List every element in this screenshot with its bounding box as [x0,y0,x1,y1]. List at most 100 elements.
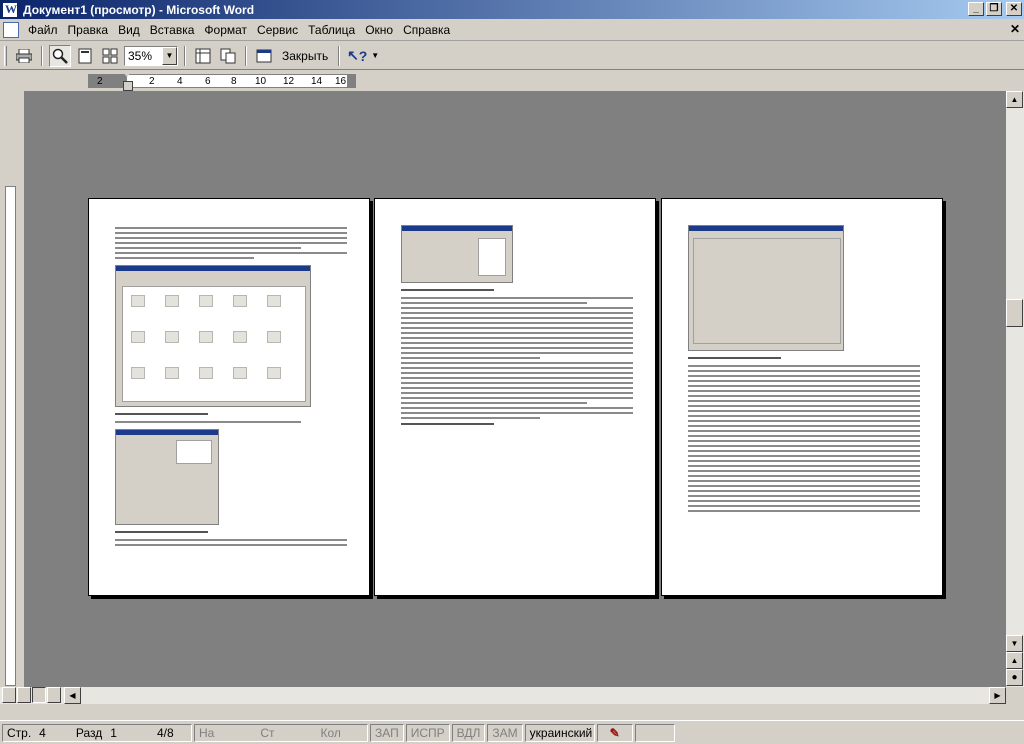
browse-object-icon[interactable]: ● [1006,669,1023,686]
status-section-number: 1 [110,725,117,740]
page-numbers-screenshot [401,225,513,283]
clip-thumb [267,295,281,307]
menu-help[interactable]: Справка [398,23,455,37]
status-language[interactable]: украинский [524,723,595,742]
scroll-up-icon[interactable]: ▲ [1006,91,1023,108]
shrink-to-fit-icon[interactable] [217,45,239,67]
scroll-right-icon[interactable]: ▶ [989,687,1006,704]
previous-page-icon[interactable]: ▲ [1006,652,1023,669]
normal-view-icon[interactable] [2,687,16,703]
figure-caption [401,289,494,291]
clip-thumb [199,295,213,307]
status-col: Кол [320,725,341,740]
zoom-value: 35% [128,48,153,63]
text-line [401,322,633,324]
status-page-label: Стр. [7,725,32,740]
status-ovr[interactable]: ЗАМ [487,723,523,742]
horizontal-scrollbar[interactable]: ◀ ▶ [0,687,1006,704]
zoom-combobox[interactable]: 35% ▼ [124,45,178,66]
menu-view[interactable]: Вид [113,23,145,37]
text-line [401,397,633,399]
chevron-down-icon[interactable]: ▼ [162,46,177,65]
text-line [401,307,633,309]
dialog-titlebar [402,226,512,231]
text-line [688,405,920,407]
toolbar-options-chevron-icon[interactable]: ▼ [371,51,379,60]
text-line [688,370,920,372]
text-line [688,470,920,472]
multiple-pages-icon[interactable] [99,45,121,67]
text-line [688,495,920,497]
scroll-down-icon[interactable]: ▼ [1006,635,1023,652]
menu-tools[interactable]: Сервис [252,23,303,37]
close-preview-button[interactable]: Закрыть [278,45,332,67]
indent-marker[interactable] [122,71,133,91]
text-line [401,297,633,299]
spelling-status-icon[interactable]: ✎ [596,723,633,742]
text-line [401,417,541,419]
menu-window[interactable]: Окно [360,23,398,37]
status-position[interactable]: Стр. 4 Разд 1 4/8 [2,723,192,742]
view-ruler-icon[interactable] [192,45,214,67]
vertical-scrollbar[interactable]: ▲ ▼ ▲ ● [1006,91,1024,687]
clip-thumb [131,331,145,343]
document-page[interactable] [374,198,656,596]
menu-format[interactable]: Формат [199,23,252,37]
clip-thumb [199,331,213,343]
word-app-icon[interactable] [2,1,18,18]
minimize-button[interactable]: _ [968,2,984,16]
toolbar-grip[interactable] [4,45,7,66]
one-page-icon[interactable] [74,45,96,67]
document-icon[interactable] [3,21,19,38]
ruler-mark: 12 [283,76,295,87]
text-line [401,362,633,364]
document-page[interactable] [661,198,943,596]
ruler-mark: 6 [205,76,211,87]
close-window-button[interactable]: ✕ [1006,2,1022,16]
text-line [401,347,633,349]
text-line [688,410,920,412]
text-line [401,312,633,314]
status-page-number: 4 [39,725,46,740]
vertical-ruler[interactable] [0,91,20,687]
text-line [401,392,633,394]
text-line [688,385,920,387]
full-screen-icon[interactable] [253,45,275,67]
scroll-left-icon[interactable]: ◀ [64,687,81,704]
text-line [115,539,347,541]
page-layout-view-icon[interactable] [32,687,46,703]
menu-table[interactable]: Таблица [303,23,360,37]
text-line [115,232,347,234]
close-document-button[interactable]: ✕ [1010,22,1020,36]
dialog-titlebar [689,226,843,231]
print-icon[interactable] [13,45,35,67]
context-help-icon[interactable]: ↖? [346,45,368,67]
text-line [688,365,920,367]
outline-view-icon[interactable] [47,687,61,703]
text-line [688,390,920,392]
text-line [115,421,301,423]
text-line [401,332,633,334]
scroll-thumb[interactable] [1006,299,1023,327]
clip-thumb [199,367,213,379]
text-line [688,450,920,452]
status-trk[interactable]: ИСПР [405,723,450,742]
horizontal-ruler[interactable]: 2 2 4 6 8 10 12 14 16 [0,71,1024,91]
menu-file[interactable]: Файл [23,23,63,37]
preview-workspace[interactable] [24,91,1006,687]
text-line [401,337,633,339]
clip-thumb [267,331,281,343]
status-ext[interactable]: ВДЛ [451,723,486,742]
menu-insert[interactable]: Вставка [145,23,200,37]
web-view-icon[interactable] [17,687,31,703]
figure-caption [401,423,494,425]
restore-button[interactable]: ❐ [986,2,1002,16]
document-page[interactable] [88,198,370,596]
text-line [688,400,920,402]
menu-edit[interactable]: Правка [63,23,114,37]
clip-thumb [131,367,145,379]
status-rec[interactable]: ЗАП [370,723,404,742]
text-line [688,445,920,447]
magnifier-icon[interactable] [49,44,71,67]
print-preview-toolbar: 35% ▼ Закрыть ↖? ▼ [0,42,1024,70]
